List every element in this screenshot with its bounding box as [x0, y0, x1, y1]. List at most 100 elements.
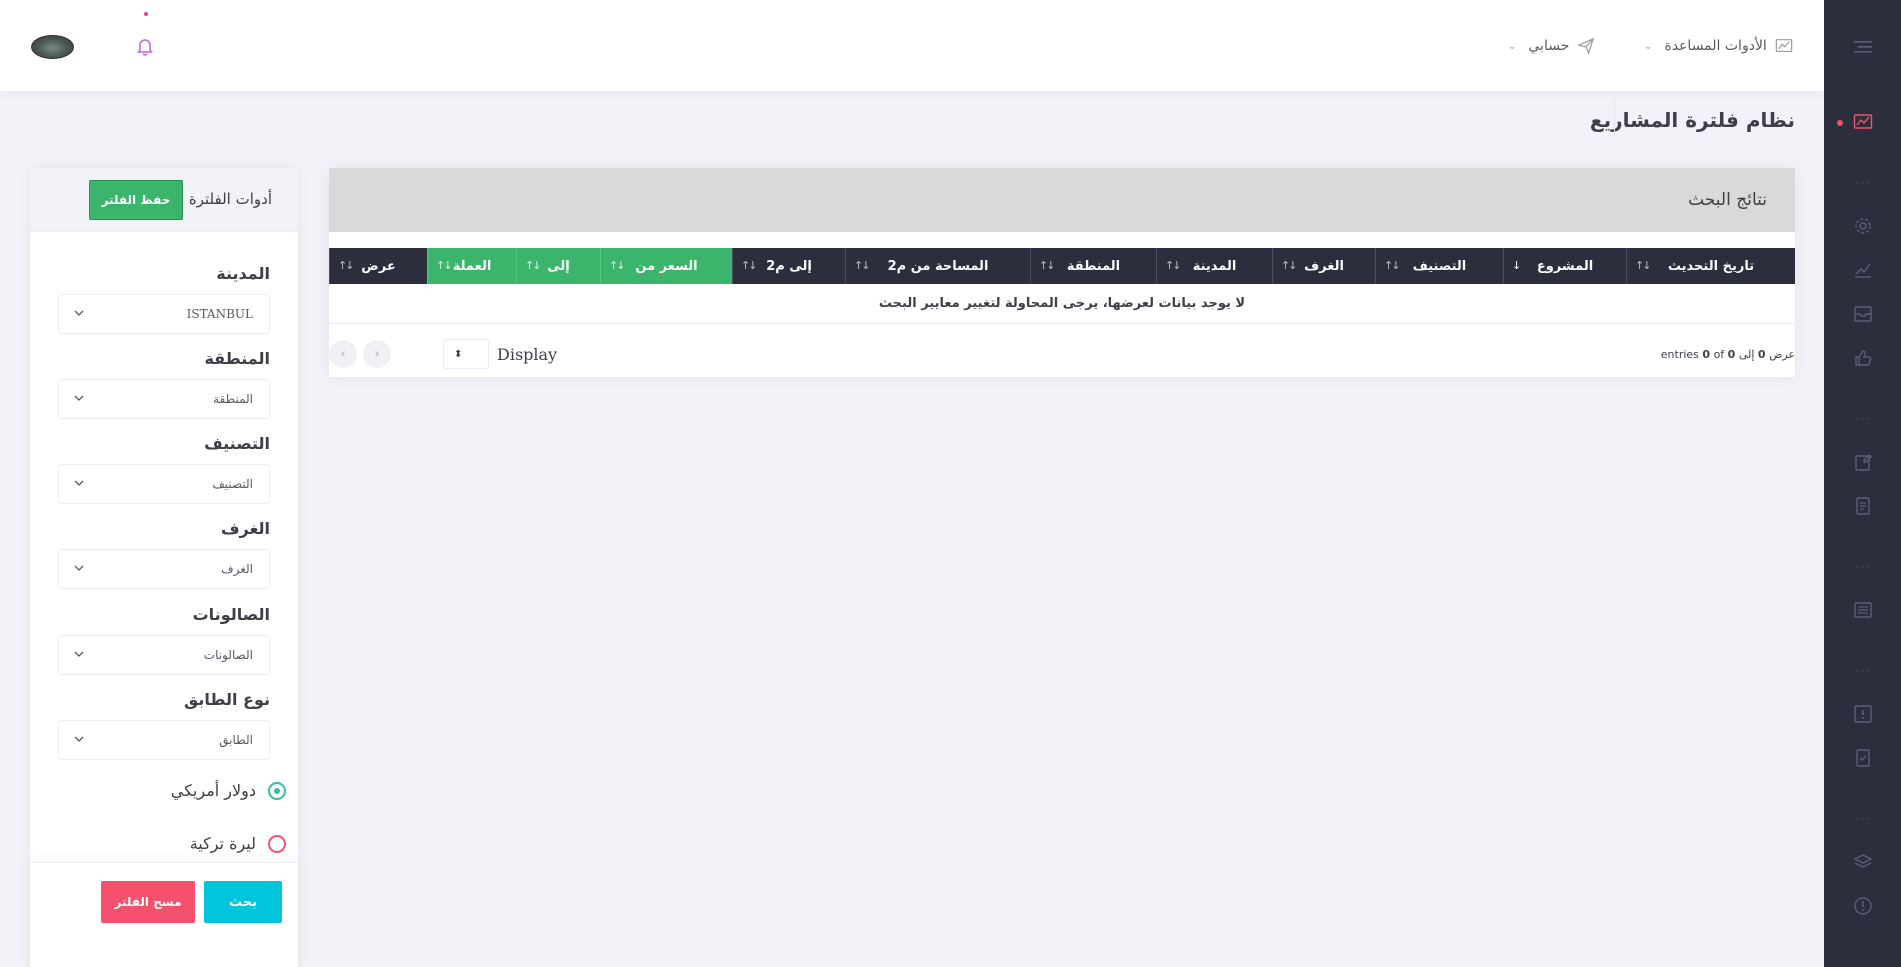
column-price-to[interactable]: إلى ↓↑	[516, 248, 600, 284]
category-value: التصنيف	[212, 477, 253, 491]
results-header: نتائج البحث	[329, 168, 1795, 232]
sort-icon: ↓↑	[1165, 259, 1182, 272]
title-separator	[1614, 100, 1615, 138]
paper-plane-icon	[1577, 37, 1595, 55]
page-length-select[interactable]: ⬍	[443, 339, 489, 369]
floor-type-value: الطابق	[219, 733, 253, 747]
city-label: المدينة	[216, 264, 270, 283]
next-page-button[interactable]: ›	[363, 340, 391, 368]
trend-icon[interactable]	[1853, 260, 1873, 280]
sort-icon: ↓↑	[436, 259, 453, 272]
clipboard-icon[interactable]	[1853, 452, 1873, 472]
display-label: Display	[497, 344, 558, 364]
column-label: الغرف	[1304, 258, 1344, 274]
layers-icon[interactable]	[1853, 852, 1873, 872]
column-label: العملة	[452, 258, 492, 274]
document-icon[interactable]	[1853, 496, 1873, 516]
prev-page-button[interactable]: ‹	[329, 340, 357, 368]
column-region[interactable]: المنطقة ↓↑	[1030, 248, 1156, 284]
chevron-down-icon	[73, 477, 85, 489]
save-filter-button[interactable]: حفظ الفلتر	[89, 180, 183, 220]
salons-value: الصالونات	[203, 648, 253, 662]
column-updated-date[interactable]: تاريخ التحديث ↓↑	[1626, 248, 1795, 284]
column-label: المساحة من م2	[887, 258, 989, 274]
sort-icon: ↓↑	[338, 259, 355, 272]
sort-icon: ↓↑	[525, 259, 542, 272]
salons-select[interactable]: الصالونات	[58, 635, 270, 675]
category-select[interactable]: التصنيف	[58, 464, 270, 504]
inbox-icon[interactable]	[1853, 304, 1873, 324]
alert-box-icon[interactable]	[1853, 704, 1873, 724]
sort-icon: ↓↑	[1384, 259, 1401, 272]
sort-icon: ↓↑	[854, 259, 871, 272]
chevron-down-icon	[73, 562, 85, 574]
side-nav: ··· ··· ··· ··· ···	[1824, 0, 1901, 967]
city-select[interactable]: ISTANBUL	[58, 294, 270, 334]
filter-panel: أدوات الفلترة حفظ الفلتر المدينة ISTANBU…	[30, 168, 298, 967]
gear-icon[interactable]	[1853, 216, 1873, 236]
pagination: ‹ › ⬍ Display	[329, 339, 557, 369]
rooms-label: الغرف	[220, 519, 270, 538]
sort-icon: ↓↑	[1039, 259, 1056, 272]
column-rooms[interactable]: الغرف ↓↑	[1272, 248, 1375, 284]
radio-usd[interactable]	[268, 781, 286, 800]
sort-icon: ↓↑	[741, 259, 758, 272]
hamburger-icon[interactable]	[1853, 36, 1873, 56]
chart-line-icon[interactable]	[1853, 112, 1873, 132]
section-separator: ···	[1856, 412, 1871, 426]
info-of-word: of	[1713, 348, 1725, 361]
currency-usd-label: دولار أمريكي	[170, 781, 256, 800]
chevron-down-icon	[73, 733, 85, 745]
column-label: المشروع	[1536, 258, 1594, 274]
rooms-select[interactable]: الغرف	[58, 549, 270, 589]
checklist-icon[interactable]	[1853, 748, 1873, 768]
sort-icon: ↓↑	[1281, 259, 1298, 272]
account-menu[interactable]: حسابي ⌄	[1508, 36, 1595, 56]
active-indicator	[1837, 120, 1843, 126]
column-label: التصنيف	[1412, 258, 1467, 274]
search-button[interactable]: بحث	[204, 881, 282, 923]
list-icon[interactable]	[1853, 600, 1873, 620]
filter-header: أدوات الفلترة حفظ الفلتر	[30, 168, 298, 232]
city-value: ISTANBUL	[186, 307, 253, 321]
region-select[interactable]: المنطقة	[58, 379, 270, 419]
thumb-up-icon[interactable]	[1853, 348, 1873, 368]
column-label: المنطقة	[1066, 258, 1121, 274]
top-header: الأدوات المساعدة ⌄ حسابي ⌄	[0, 0, 1824, 91]
tools-menu[interactable]: الأدوات المساعدة ⌄	[1644, 36, 1793, 56]
floor-type-select[interactable]: الطابق	[58, 720, 270, 760]
column-area-from[interactable]: المساحة من م2 ↓↑	[845, 248, 1030, 284]
column-label: السعر من	[635, 258, 698, 274]
column-category[interactable]: التصنيف ↓↑	[1375, 248, 1503, 284]
column-area-to[interactable]: إلى م2 ↓↑	[732, 248, 845, 284]
notification-dot	[144, 12, 148, 16]
section-separator: ···	[1856, 176, 1871, 190]
column-label: عرض	[361, 258, 396, 274]
user-avatar[interactable]	[31, 35, 74, 59]
info-total: 0	[1702, 348, 1711, 361]
updown-icon: ⬍	[454, 348, 463, 360]
info-to-word: إلى	[1738, 348, 1755, 361]
page-title: نظام فلترة المشاريع	[1589, 108, 1795, 132]
currency-try-option[interactable]: ليرة تركية	[190, 834, 286, 853]
sort-icon: ↓↑	[1635, 259, 1652, 272]
currency-usd-option[interactable]: دولار أمريكي	[171, 781, 286, 800]
empty-table-message: لا يوجد بيانات لعرضها، يرجى المحاولة لتغ…	[329, 284, 1795, 324]
sort-desc-icon: ↓	[1512, 259, 1521, 272]
category-label: التصنيف	[204, 434, 270, 453]
bell-icon[interactable]	[135, 36, 155, 56]
column-currency[interactable]: العملة ↓↑	[427, 248, 516, 284]
account-menu-label: حسابي	[1528, 38, 1570, 54]
info-entries-word: entries	[1660, 348, 1699, 361]
alert-circle-icon[interactable]	[1853, 896, 1873, 916]
clear-filter-button[interactable]: مسح الفلتر	[101, 881, 195, 923]
column-project[interactable]: المشروع ↓	[1503, 248, 1626, 284]
chart-icon	[1775, 37, 1793, 55]
radio-try[interactable]	[268, 834, 286, 853]
rooms-value: الغرف	[221, 562, 253, 576]
results-panel: نتائج البحث تاريخ التحديث ↓↑ المشروع ↓ الت…	[329, 168, 1795, 377]
column-view[interactable]: عرض ↓↑	[329, 248, 427, 284]
column-price-from[interactable]: السعر من ↓↑	[600, 248, 732, 284]
column-city[interactable]: المدينة ↓↑	[1156, 248, 1272, 284]
column-label: إلى	[547, 258, 570, 274]
